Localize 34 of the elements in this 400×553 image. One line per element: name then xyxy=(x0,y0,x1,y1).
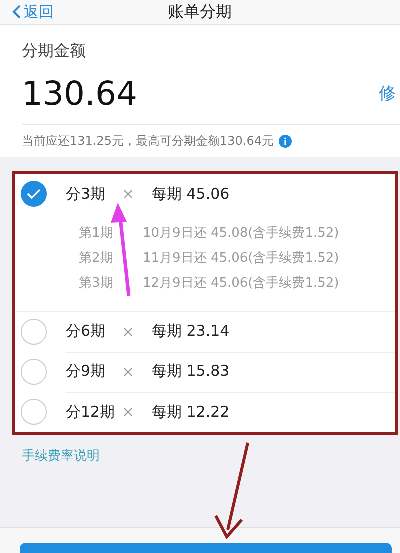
times-sign: × xyxy=(122,403,136,421)
plan-term: 分6期 xyxy=(66,322,107,341)
radio-button[interactable] xyxy=(21,359,47,385)
plan-option[interactable]: 分9期 × 每期 15.83 xyxy=(15,352,395,392)
amount-value: 130.64 xyxy=(22,74,138,112)
plan-term: 分9期 xyxy=(66,362,107,381)
plan-term: 分3期 xyxy=(66,184,107,204)
radio-button[interactable] xyxy=(21,399,47,425)
plan-term: 分12期 xyxy=(66,402,116,422)
times-sign: × xyxy=(122,185,136,203)
plan-option[interactable]: 分12期 × 每期 12.22 xyxy=(15,392,395,432)
plan-payment: 每期 23.14 xyxy=(152,322,230,341)
plan-payment: 每期 12.22 xyxy=(152,402,230,422)
plan-payment: 每期 15.83 xyxy=(152,362,230,381)
period-detail: 12月9日还 45.06(含手续费1.52) xyxy=(143,274,340,292)
radio-button[interactable] xyxy=(21,181,47,207)
plan-payment: 每期 45.06 xyxy=(152,184,230,204)
period-detail: 10月9日还 45.08(含手续费1.52) xyxy=(143,224,340,242)
page-title: 账单分期 xyxy=(168,2,232,22)
amount-label: 分期金额 xyxy=(22,41,87,62)
period-label: 第2期 xyxy=(79,250,114,266)
period-label: 第3期 xyxy=(79,274,114,292)
period-detail: 11月9日还 45.06(含手续费1.52) xyxy=(143,250,340,266)
amount-note: 当前应还131.25元，最高可分期金额130.64元 xyxy=(22,132,274,150)
plan-option[interactable]: 分3期 × 每期 45.06 xyxy=(15,174,395,214)
period-label: 第1期 xyxy=(79,224,114,242)
info-icon[interactable] xyxy=(278,134,292,148)
times-sign: × xyxy=(122,362,136,380)
times-sign: × xyxy=(122,322,136,340)
radio-button[interactable] xyxy=(21,319,47,345)
check-icon xyxy=(27,189,41,199)
plan-option[interactable]: 分6期 × 每期 23.14 xyxy=(15,312,395,352)
edit-link[interactable]: 修 xyxy=(379,82,400,104)
chevron-left-icon xyxy=(12,5,22,19)
